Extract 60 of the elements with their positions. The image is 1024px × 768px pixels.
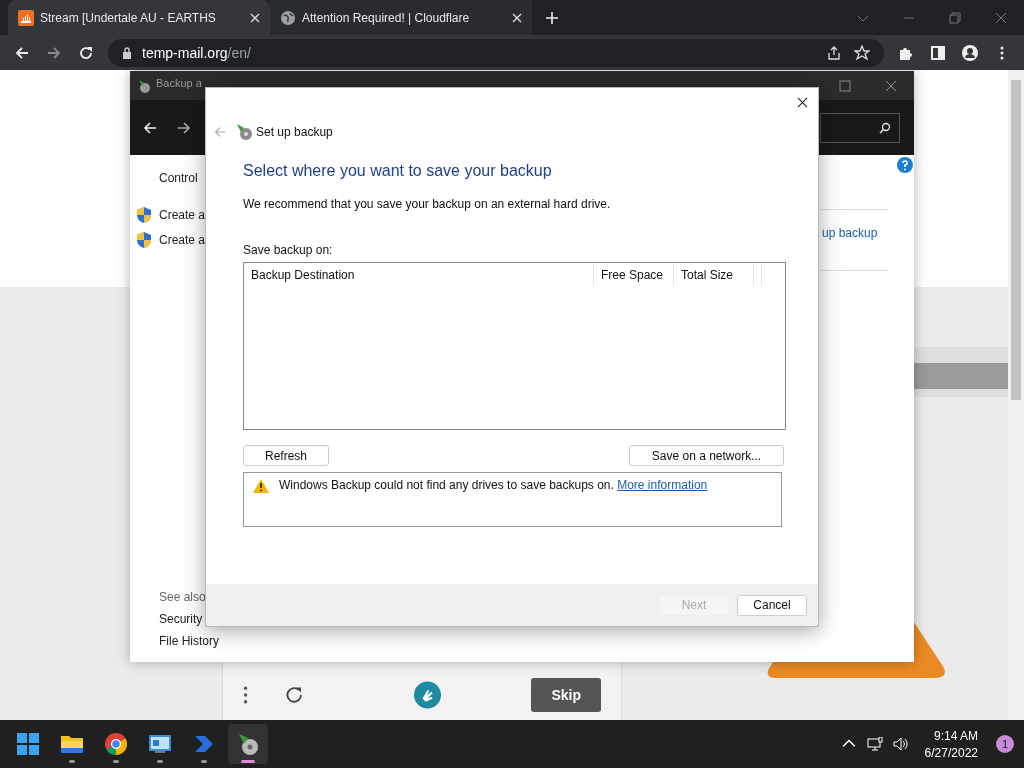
window-title: Backup a	[156, 76, 202, 89]
music-icon	[18, 9, 34, 26]
search-field[interactable]	[820, 112, 900, 143]
close-icon[interactable]	[797, 97, 808, 108]
column-header[interactable]: Free Space	[594, 264, 674, 286]
lock-icon	[122, 46, 132, 59]
shield-icon	[137, 232, 151, 248]
hand-icon	[414, 679, 442, 711]
reload-icon[interactable]	[78, 44, 94, 61]
network-icon[interactable]	[866, 737, 883, 751]
share-icon[interactable]	[826, 44, 842, 61]
windows-icon	[16, 732, 40, 756]
set-up-backup-link[interactable]: up backup	[822, 226, 914, 240]
task-link[interactable]: Create a	[159, 233, 206, 247]
taskbar-app[interactable]	[228, 724, 268, 764]
help-icon[interactable]	[897, 157, 913, 173]
destination-list[interactable]: Backup Destination Free Space Total Size	[243, 262, 786, 430]
backup-icon	[236, 732, 260, 756]
refresh-button[interactable]: Refresh	[243, 445, 329, 466]
chrome-icon	[104, 732, 128, 756]
notification-badge[interactable]: 1	[996, 735, 1014, 753]
back-icon[interactable]	[14, 44, 30, 61]
clock[interactable]: 9:14 AM 6/27/2022	[924, 728, 978, 760]
list-label: Save backup on:	[243, 243, 334, 257]
dialog-button[interactable]: Cancel	[737, 594, 807, 616]
see-also-heading: See also	[159, 590, 207, 604]
forward-icon[interactable]	[176, 119, 192, 136]
column-header[interactable]: Backup Destination	[244, 264, 594, 286]
volume-icon[interactable]	[892, 737, 909, 751]
task-link[interactable]: Create a	[159, 208, 206, 222]
see-also-link[interactable]: File History	[159, 634, 820, 648]
date-text: 6/27/2022	[924, 745, 978, 760]
backup-icon	[235, 123, 253, 141]
forward-icon[interactable]	[46, 44, 62, 61]
backup-icon	[136, 77, 152, 94]
time-text: 9:14 AM	[933, 728, 978, 743]
new-tab-icon[interactable]	[546, 11, 558, 24]
message-text: Windows Backup could not find any drives to save backups on. More information	[279, 478, 708, 492]
save-on-network-button[interactable]: Save on a network...	[629, 445, 784, 466]
skip-button[interactable]: Skip	[531, 678, 601, 712]
maximize-icon[interactable]	[839, 79, 851, 92]
scrollbar[interactable]	[1008, 70, 1024, 720]
globe-icon	[280, 9, 296, 26]
dialog-heading: Select where you want to save your backup	[243, 162, 553, 180]
address-bar[interactable]: temp-mail.org/en/	[108, 38, 884, 67]
browser-tab[interactable]: Stream [Undertale AU - EARTHS	[8, 0, 270, 35]
control-panel-icon	[148, 732, 172, 756]
browser-tab[interactable]: Attention Required! | Cloudflare	[270, 0, 532, 35]
column-header[interactable]: Total Size	[674, 264, 754, 286]
warning-icon	[253, 479, 269, 493]
search-icon	[879, 121, 891, 134]
restore-icon[interactable]	[949, 11, 961, 24]
back-icon[interactable]	[142, 119, 158, 136]
dialog-title: Set up backup	[256, 125, 333, 139]
side-panel-icon[interactable]	[930, 44, 946, 61]
more-information-link[interactable]: More information	[617, 478, 708, 492]
star-icon[interactable]	[854, 44, 870, 61]
intro-text: We recommend that you save your backup on an external hard drive.	[243, 197, 612, 211]
profile-icon[interactable]	[962, 44, 978, 61]
shield-icon	[137, 207, 151, 223]
